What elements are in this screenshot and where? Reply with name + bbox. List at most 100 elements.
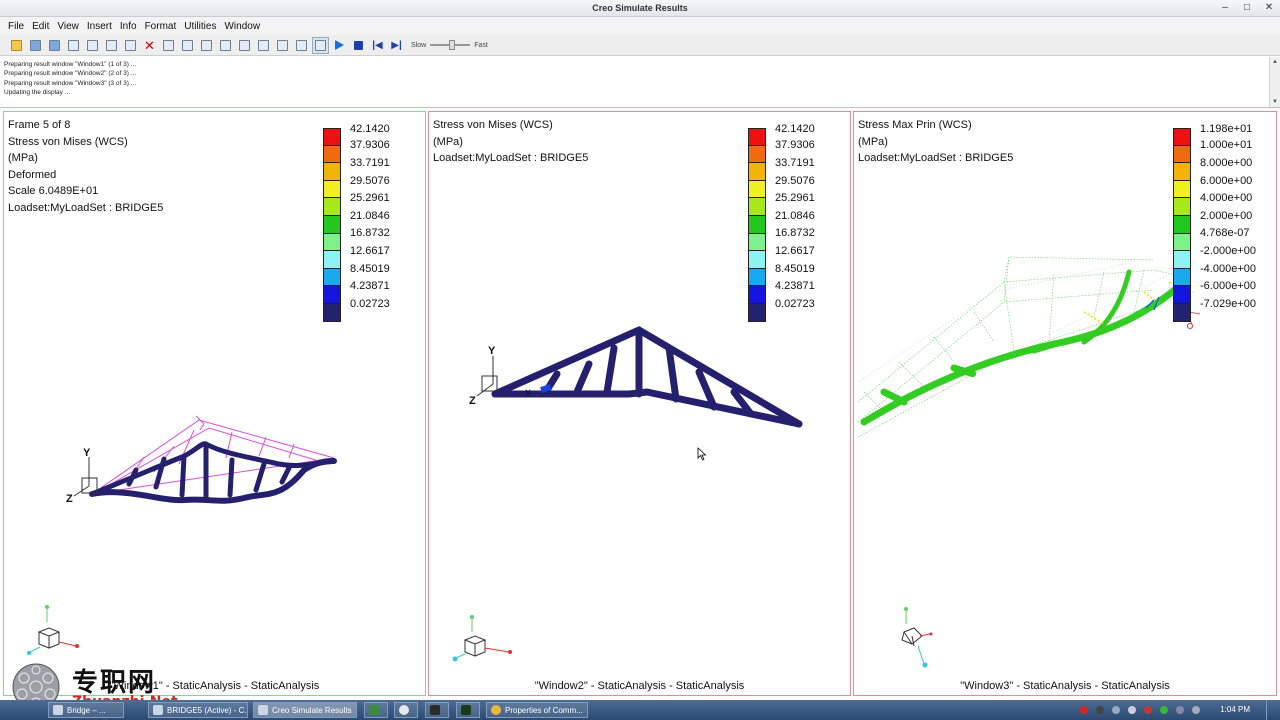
menu-format[interactable]: Format — [141, 21, 181, 32]
show-desktop-button[interactable] — [1266, 700, 1280, 720]
app-icon — [430, 705, 440, 715]
speed-slider[interactable] — [430, 40, 471, 50]
spin-button[interactable] — [274, 37, 291, 54]
app-icon — [399, 705, 409, 715]
menu-insert[interactable]: Insert — [83, 21, 116, 32]
taskbar-item[interactable] — [425, 702, 449, 718]
zoom-out-icon — [239, 39, 250, 51]
menu-info[interactable]: Info — [116, 21, 141, 32]
legend-value: 21.0846 — [350, 209, 390, 222]
legend-value: 37.9306 — [775, 139, 815, 152]
legend-value: -7.029e+00 — [1200, 297, 1256, 310]
save-as-button[interactable] — [46, 37, 63, 54]
legend-value: 0.02723 — [350, 297, 390, 310]
legend-swatch — [323, 286, 341, 304]
page-setup-button[interactable] — [84, 37, 101, 54]
speed-slider-thumb[interactable] — [448, 40, 455, 50]
edit-definition-button[interactable] — [198, 37, 215, 54]
result-window-2[interactable]: Y Z X Stress von Mises (WCS) (MPa) Loads… — [428, 111, 851, 696]
legend-value: 29.5076 — [775, 174, 815, 187]
menu-window[interactable]: Window — [220, 21, 264, 32]
window-label: "Window2" - StaticAnalysis - StaticAnaly… — [534, 680, 745, 692]
stop-button[interactable] — [350, 37, 367, 54]
result-window-1[interactable]: Y Z Frame 5 of 8 Stress von Mises (WCS) … — [3, 111, 426, 696]
scroll-down-icon[interactable]: ▼ — [1270, 97, 1280, 107]
message-line: Preparing result window "Window2" (2 of … — [4, 70, 137, 78]
network-icon[interactable] — [1112, 706, 1120, 714]
export-icon — [182, 39, 193, 51]
tray-icon[interactable] — [1144, 706, 1152, 714]
legend-value: 2.000e+00 — [1200, 209, 1253, 222]
taskbar-item-active[interactable]: Creo Simulate Results — [253, 702, 357, 718]
frame-counter: Frame 5 of 8 — [8, 119, 71, 131]
scroll-up-icon[interactable]: ▲ — [1270, 57, 1280, 67]
legend-swatch — [323, 145, 341, 164]
first-frame-button[interactable]: |◀ — [369, 37, 386, 54]
window-title: Creo Simulate Results — [592, 3, 688, 13]
legend-swatch — [323, 268, 341, 287]
legend-value: 12.6617 — [350, 244, 390, 257]
play-button[interactable] — [331, 37, 348, 54]
taskbar-item[interactable] — [364, 702, 388, 718]
export-button[interactable] — [179, 37, 196, 54]
triad-y-label: Y — [488, 345, 496, 357]
tray-icon[interactable] — [1096, 706, 1104, 714]
menu-view[interactable]: View — [53, 21, 83, 32]
menu-edit[interactable]: Edit — [28, 21, 53, 32]
legend-value: 8.45019 — [350, 262, 390, 275]
view-orientation-icon — [27, 605, 79, 655]
refit-button[interactable] — [255, 37, 272, 54]
stop-icon — [354, 40, 363, 50]
copy-button[interactable] — [103, 37, 120, 54]
delete-icon: ✕ — [144, 37, 155, 53]
print-button[interactable] — [65, 37, 82, 54]
play-icon — [335, 40, 344, 50]
legend-value: 42.1420 — [350, 122, 390, 135]
result-info: Stress Max Prin (WCS) (MPa) Loadset:MyLo… — [858, 117, 1013, 167]
taskbar-item[interactable]: Properties of Comm... — [486, 702, 588, 718]
legend-value: 4.768e-07 — [1200, 227, 1250, 240]
tray-icon[interactable] — [1192, 706, 1200, 714]
tray-icon[interactable] — [1160, 706, 1168, 714]
clock[interactable]: 1:04 PM — [1220, 705, 1250, 714]
save-button[interactable] — [27, 37, 44, 54]
legend-value: 4.000e+00 — [1200, 192, 1253, 205]
quantity-name: Stress von Mises (WCS) — [8, 135, 128, 148]
taskbar-item[interactable] — [394, 702, 418, 718]
legend-swatch — [748, 198, 766, 216]
menu-file[interactable]: File — [4, 21, 28, 32]
result-window-3[interactable]: Stress Max Prin (WCS) (MPa) Loadset:MyLo… — [853, 111, 1277, 696]
message-scrollbar[interactable]: ▲ ▼ — [1269, 57, 1280, 107]
animate-button[interactable] — [312, 36, 329, 54]
legend-value: 4.23871 — [775, 280, 815, 293]
legend-swatch — [748, 145, 766, 164]
tray-icon[interactable] — [1176, 706, 1184, 714]
taskbar-item[interactable]: BRIDGE5 (Active) - C... — [148, 702, 248, 718]
model-triad: Y Z X — [469, 345, 531, 407]
import-button[interactable] — [160, 37, 177, 54]
orient-button[interactable] — [293, 37, 310, 54]
last-frame-button[interactable]: ▶| — [388, 37, 405, 54]
scroll-track[interactable] — [1270, 67, 1280, 97]
zoom-in-button[interactable] — [217, 37, 234, 54]
legend-swatch — [323, 128, 341, 146]
volume-icon[interactable] — [1128, 706, 1136, 714]
animate-icon — [315, 39, 326, 51]
maximize-button[interactable]: □ — [1242, 1, 1252, 15]
minimize-button[interactable]: – — [1220, 1, 1230, 15]
menu-utilities[interactable]: Utilities — [180, 21, 220, 32]
legend-swatch — [323, 215, 341, 234]
animation-speed-control: Slow Fast — [411, 40, 488, 50]
legend-value: 6.000e+00 — [1200, 174, 1253, 187]
delete-button[interactable]: ✕ — [141, 37, 158, 54]
orient-icon — [296, 39, 307, 51]
zoom-out-button[interactable] — [236, 37, 253, 54]
tray-icon[interactable] — [1080, 706, 1088, 714]
taskbar-item[interactable] — [456, 702, 480, 718]
close-button[interactable]: ✕ — [1264, 1, 1274, 15]
copy-window-button[interactable] — [122, 37, 139, 54]
triad-z-label: Z — [66, 493, 73, 505]
legend-swatch — [1173, 303, 1191, 322]
taskbar-item[interactable]: Bridge – ... — [48, 702, 124, 718]
open-button[interactable] — [8, 37, 25, 54]
